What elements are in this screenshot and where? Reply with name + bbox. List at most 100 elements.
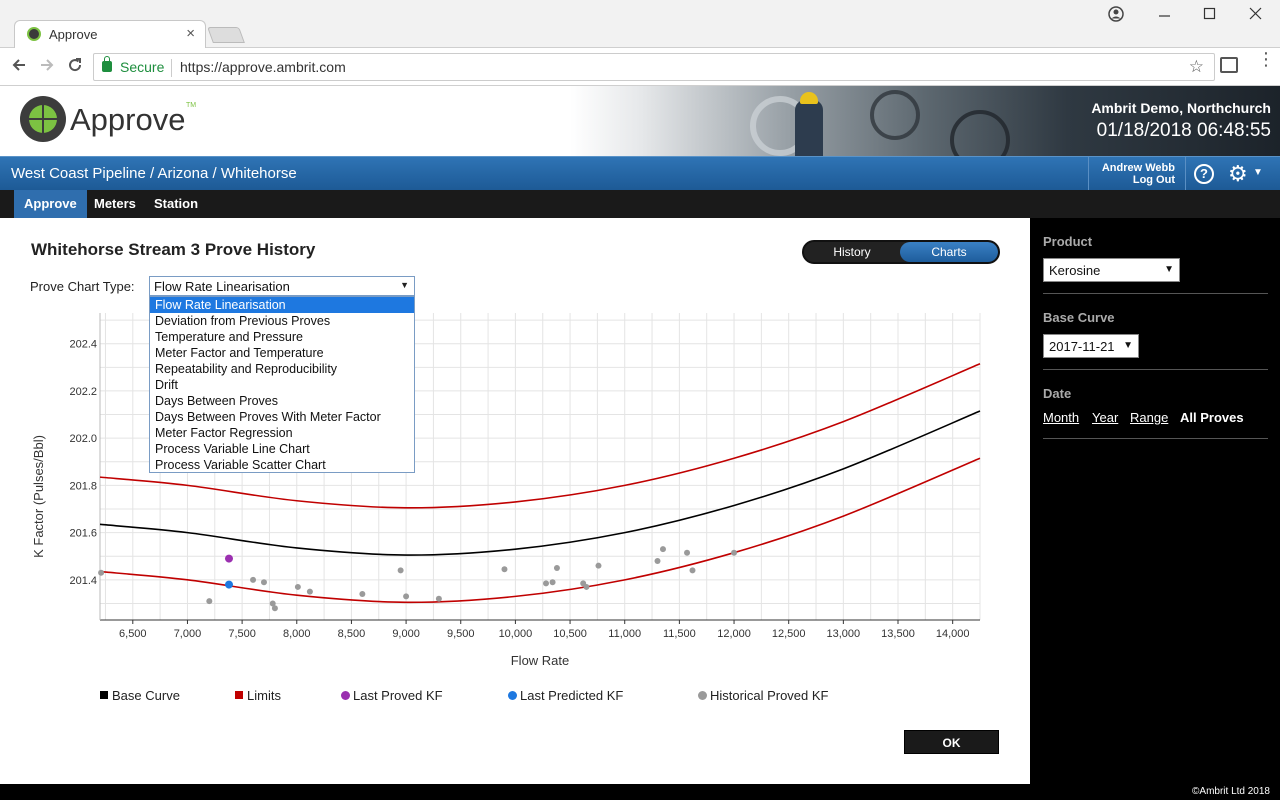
new-tab-button[interactable]	[207, 27, 245, 43]
legend-swatch	[508, 691, 517, 700]
chart-type-value: Flow Rate Linearisation	[154, 279, 290, 294]
user-block: Andrew Webb Log Out	[1088, 157, 1186, 191]
dropdown-option[interactable]: Flow Rate Linearisation	[150, 297, 414, 313]
historical-proved-kf-point	[271, 605, 278, 612]
date-link-month[interactable]: Month	[1043, 410, 1079, 425]
browser-title-bar: Approve ×	[0, 0, 1280, 48]
tab-meters[interactable]: Meters	[84, 190, 146, 218]
maximize-icon[interactable]	[1203, 6, 1217, 27]
y-tick-label: 201.6	[69, 528, 97, 540]
view-toggle: History Charts	[802, 240, 1000, 264]
x-tick-label: 7,500	[228, 628, 256, 640]
y-tick-label: 201.4	[69, 575, 97, 587]
historical-proved-kf-point	[306, 588, 313, 595]
page-title: Whitehorse Stream 3 Prove History	[31, 240, 316, 259]
chart-type-select[interactable]: Flow Rate Linearisation ▼	[149, 276, 415, 296]
historical-proved-kf-point	[659, 546, 666, 553]
help-icon[interactable]: ?	[1194, 164, 1214, 184]
historical-proved-kf-point	[731, 549, 738, 556]
dropdown-option[interactable]: Days Between Proves With Meter Factor	[150, 409, 414, 425]
ok-button[interactable]: OK	[904, 730, 999, 754]
base-curve-value: 2017-11-21	[1049, 339, 1115, 354]
dropdown-option[interactable]: Repeatability and Reproducibility	[150, 361, 414, 377]
x-tick-label: 12,000	[717, 628, 751, 640]
location-bar: West Coast Pipeline / Arizona / Whitehor…	[0, 156, 1280, 191]
breadcrumb[interactable]: West Coast Pipeline / Arizona / Whitehor…	[11, 165, 297, 182]
profile-icon[interactable]	[1108, 6, 1124, 27]
filter-sidebar: Product Kerosine ▼ Base Curve 2017-11-21…	[1030, 218, 1280, 784]
date-link-year[interactable]: Year	[1092, 410, 1118, 425]
x-tick-label: 9,000	[392, 628, 420, 640]
approve-logo-icon	[20, 96, 66, 142]
favicon-icon	[27, 27, 41, 41]
chevron-down-icon: ▼	[1164, 264, 1174, 275]
x-tick-label: 7,000	[174, 628, 202, 640]
historical-proved-kf-point	[549, 579, 556, 586]
charts-toggle-button[interactable]: Charts	[900, 242, 998, 262]
chart-legend: Base Curve Limits Last Proved KF Last Pr…	[100, 688, 860, 706]
x-tick-label: 11,500	[663, 628, 696, 640]
historical-proved-kf-point	[206, 598, 213, 605]
bookmark-star-icon[interactable]: ☆	[1189, 57, 1204, 77]
url-text: https://approve.ambrit.com	[180, 59, 346, 75]
logout-link[interactable]: Log Out	[1133, 174, 1175, 186]
reload-icon[interactable]	[66, 56, 84, 79]
forward-icon[interactable]	[38, 56, 56, 79]
last-proved-kf-point	[224, 554, 233, 563]
date-heading: Date	[1043, 386, 1072, 401]
header-banner-image: Ambrit Demo, Northchurch 01/18/2018 06:4…	[570, 86, 1280, 170]
history-toggle-button[interactable]: History	[804, 242, 900, 262]
divider	[1043, 369, 1268, 370]
main-tabs: Approve Meters Station	[0, 190, 1280, 218]
legend-historical-proved-kf: Historical Proved KF	[698, 688, 828, 703]
dropdown-option[interactable]: Meter Factor Regression	[150, 425, 414, 441]
dropdown-option[interactable]: Process Variable Line Chart	[150, 441, 414, 457]
logo-text: Approve	[70, 102, 186, 137]
historical-proved-kf-point	[684, 549, 691, 556]
app-header: Approve TM Ambrit Demo, Northchurch 01/1…	[0, 86, 1280, 170]
tab-close-icon[interactable]: ×	[186, 25, 195, 42]
last-predicted-kf-point	[224, 580, 233, 589]
y-tick-label: 202.2	[69, 386, 97, 398]
dropdown-option[interactable]: Days Between Proves	[150, 393, 414, 409]
dropdown-option[interactable]: Drift	[150, 377, 414, 393]
tab-approve[interactable]: Approve	[14, 190, 87, 218]
legend-last-predicted-kf: Last Predicted KF	[508, 688, 623, 703]
browser-tab[interactable]: Approve ×	[14, 20, 206, 48]
dropdown-option[interactable]: Deviation from Previous Proves	[150, 313, 414, 329]
tab-station[interactable]: Station	[144, 190, 208, 218]
chevron-down-icon: ▼	[1123, 340, 1133, 351]
x-tick-label: 8,000	[283, 628, 311, 640]
url-field[interactable]: Secure https://approve.ambrit.com ☆	[93, 53, 1215, 81]
y-tick-label: 202.0	[69, 433, 97, 445]
base-curve-select[interactable]: 2017-11-21 ▼	[1043, 334, 1139, 358]
address-bar: Secure https://approve.ambrit.com ☆ ⋮	[0, 48, 1280, 86]
minimize-icon[interactable]	[1158, 6, 1172, 27]
product-value: Kerosine	[1049, 263, 1101, 278]
date-link-all-proves[interactable]: All Proves	[1180, 410, 1244, 425]
x-tick-label: 6,500	[119, 628, 147, 640]
divider	[1043, 293, 1268, 294]
site-name: Ambrit Demo, Northchurch	[1091, 100, 1271, 116]
historical-proved-kf-point	[583, 583, 590, 590]
dropdown-option[interactable]: Meter Factor and Temperature	[150, 345, 414, 361]
date-link-range[interactable]: Range	[1130, 410, 1168, 425]
close-window-icon[interactable]	[1249, 6, 1263, 27]
product-select[interactable]: Kerosine ▼	[1043, 258, 1180, 282]
historical-proved-kf-point	[501, 566, 508, 573]
x-tick-label: 9,500	[447, 628, 475, 640]
back-icon[interactable]	[10, 56, 28, 79]
x-tick-label: 14,000	[936, 628, 970, 640]
dropdown-option[interactable]: Process Variable Scatter Chart	[150, 457, 414, 473]
legend-swatch	[698, 691, 707, 700]
chart-type-label: Prove Chart Type:	[30, 279, 135, 294]
copyright: ©Ambrit Ltd 2018	[1192, 786, 1270, 797]
chevron-down-icon[interactable]: ▼	[1253, 167, 1263, 178]
historical-proved-kf-point	[435, 595, 442, 602]
screen-capture-icon[interactable]	[1220, 57, 1238, 73]
dropdown-option[interactable]: Temperature and Pressure	[150, 329, 414, 345]
browser-menu-icon[interactable]: ⋮	[1257, 50, 1275, 68]
gear-icon[interactable]: ⚙	[1228, 161, 1248, 187]
legend-limits: Limits	[235, 688, 281, 703]
x-axis-label: Flow Rate	[511, 653, 570, 668]
